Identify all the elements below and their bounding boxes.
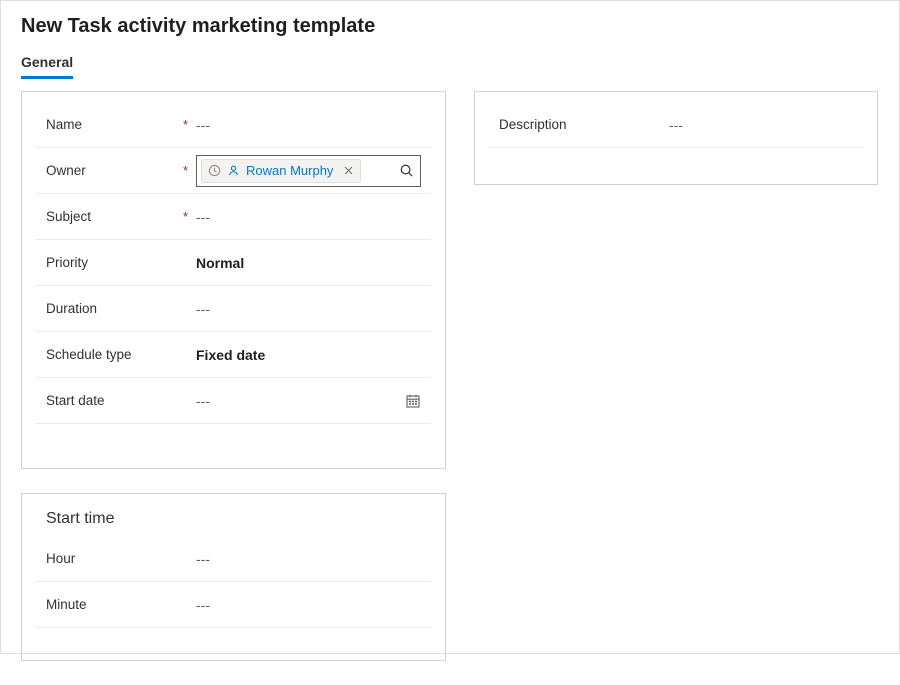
- minute-value: ---: [196, 597, 210, 613]
- calendar-icon[interactable]: [405, 393, 421, 409]
- label-schedule-type: Schedule type: [46, 347, 132, 362]
- label-cell-priority: Priority: [46, 255, 196, 270]
- tab-general[interactable]: General: [21, 50, 73, 79]
- label-cell-start-date: Start date: [46, 393, 196, 408]
- value-minute[interactable]: ---: [196, 597, 421, 613]
- subject-value: ---: [196, 209, 210, 225]
- row-duration[interactable]: Duration ---: [36, 286, 431, 332]
- row-spacer: [489, 148, 863, 170]
- label-owner: Owner: [46, 163, 86, 178]
- start-time-card: Start time Hour --- Minute ---: [21, 493, 446, 661]
- label-cell-name: Name *: [46, 117, 196, 132]
- row-minute[interactable]: Minute ---: [36, 582, 431, 628]
- priority-value: Normal: [196, 255, 244, 271]
- duration-value: ---: [196, 301, 210, 317]
- required-mark: *: [183, 117, 196, 132]
- row-description[interactable]: Description ---: [489, 102, 863, 148]
- value-description[interactable]: ---: [669, 117, 853, 133]
- value-duration[interactable]: ---: [196, 301, 421, 317]
- value-schedule-type[interactable]: Fixed date: [196, 347, 421, 363]
- label-cell-duration: Duration: [46, 301, 196, 316]
- label-cell-schedule-type: Schedule type: [46, 347, 196, 362]
- owner-chip-name: Rowan Murphy: [246, 163, 333, 178]
- value-hour[interactable]: ---: [196, 551, 421, 567]
- clock-icon: [208, 164, 221, 177]
- label-minute: Minute: [46, 597, 87, 612]
- start-time-title: Start time: [46, 510, 431, 528]
- start-date-value: ---: [196, 393, 210, 409]
- person-icon: [227, 164, 240, 177]
- value-start-date[interactable]: ---: [196, 393, 421, 409]
- label-description: Description: [499, 117, 567, 132]
- label-cell-hour: Hour: [46, 551, 196, 566]
- owner-lookup[interactable]: Rowan Murphy: [196, 155, 421, 187]
- search-icon[interactable]: [399, 163, 414, 178]
- owner-chip[interactable]: Rowan Murphy: [201, 159, 361, 183]
- right-column: Description ---: [474, 91, 878, 209]
- main-fields-card: Name * --- Owner *: [21, 91, 446, 469]
- row-priority[interactable]: Priority Normal: [36, 240, 431, 286]
- label-priority: Priority: [46, 255, 88, 270]
- label-start-date: Start date: [46, 393, 105, 408]
- columns: Name * --- Owner *: [21, 91, 879, 685]
- label-cell-owner: Owner *: [46, 163, 196, 178]
- page-title: New Task activity marketing template: [21, 15, 879, 38]
- label-name: Name: [46, 117, 82, 132]
- row-subject[interactable]: Subject * ---: [36, 194, 431, 240]
- row-owner[interactable]: Owner *: [36, 148, 431, 194]
- description-value: ---: [669, 117, 683, 133]
- row-spacer: [36, 424, 431, 454]
- tabs: General: [21, 50, 879, 79]
- label-subject: Subject: [46, 209, 91, 224]
- hour-value: ---: [196, 551, 210, 567]
- required-mark: *: [183, 209, 196, 224]
- label-hour: Hour: [46, 551, 75, 566]
- value-subject[interactable]: ---: [196, 209, 421, 225]
- close-icon[interactable]: [343, 165, 354, 176]
- page-container: New Task activity marketing template Gen…: [0, 0, 900, 654]
- label-cell-description: Description: [499, 117, 669, 132]
- schedule-type-value: Fixed date: [196, 347, 265, 363]
- required-mark: *: [183, 163, 196, 178]
- row-spacer: [36, 628, 431, 646]
- left-column: Name * --- Owner *: [21, 91, 446, 685]
- row-schedule-type[interactable]: Schedule type Fixed date: [36, 332, 431, 378]
- row-hour[interactable]: Hour ---: [36, 536, 431, 582]
- label-cell-minute: Minute: [46, 597, 196, 612]
- value-name[interactable]: ---: [196, 117, 421, 133]
- value-owner: Rowan Murphy: [196, 155, 421, 187]
- name-value: ---: [196, 117, 210, 133]
- row-start-date[interactable]: Start date ---: [36, 378, 431, 424]
- label-cell-subject: Subject *: [46, 209, 196, 224]
- description-card: Description ---: [474, 91, 878, 185]
- value-priority[interactable]: Normal: [196, 255, 421, 271]
- row-name[interactable]: Name * ---: [36, 102, 431, 148]
- label-duration: Duration: [46, 301, 97, 316]
